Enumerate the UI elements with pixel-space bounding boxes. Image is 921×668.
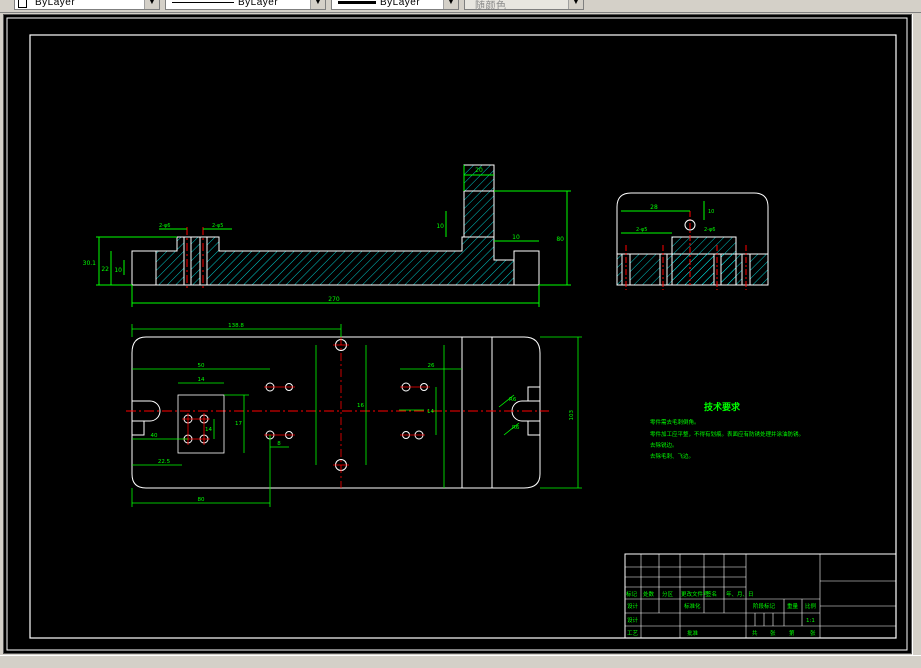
chevron-down-icon[interactable]: ▼ bbox=[568, 0, 583, 9]
hole-callout-left: 2-φ6 bbox=[159, 223, 170, 229]
drawing-canvas[interactable]: 270 80 30.1 22 10 20 10 10 2-φ6 2-φ5 28 … bbox=[3, 14, 912, 654]
layer-combo[interactable]: ByLayer ▼ bbox=[14, 0, 160, 10]
linetype-preview-icon bbox=[172, 2, 234, 3]
dim-right-step: 10 bbox=[512, 234, 520, 241]
dim-top-boss-height: 10 bbox=[436, 223, 444, 230]
tb-design: 设计 bbox=[627, 602, 639, 610]
title-block: 标记 处数 分区 更改文件号 签名 年、月、日 设计 标准化 设计 工艺 批准 … bbox=[624, 553, 897, 639]
plan-dim-half-length: 138.8 bbox=[228, 323, 244, 329]
tb-sign: 签名 bbox=[706, 590, 717, 598]
tb-scale: 1:1 bbox=[806, 618, 815, 624]
lineweight-combo[interactable]: ByLayer ▼ bbox=[331, 0, 459, 10]
tb-approve: 批准 bbox=[687, 629, 699, 637]
tb-process: 工艺 bbox=[627, 630, 639, 637]
plan-dim-6: 17 bbox=[235, 421, 242, 427]
tech-item-1: 零件需去毛刺倒角。 bbox=[650, 418, 700, 426]
vertical-scrollbar[interactable] bbox=[912, 14, 921, 655]
tb-zone: 分区 bbox=[662, 590, 674, 598]
chevron-down-icon[interactable]: ▼ bbox=[144, 0, 159, 9]
side-section-view: 28 10 2-φ5 2-φ6 bbox=[616, 192, 769, 290]
plan-dim-5: 14 bbox=[205, 427, 212, 433]
slot-radius-callout: R6 bbox=[509, 397, 517, 403]
front-section-view: 270 80 30.1 22 10 20 10 10 2-φ6 2-φ5 bbox=[83, 164, 571, 307]
plan-dim-7: 22.5 bbox=[158, 459, 171, 465]
plan-dim-8: 8 bbox=[277, 441, 281, 447]
chevron-down-icon[interactable]: ▼ bbox=[443, 0, 458, 9]
dim-step: 10 bbox=[114, 267, 122, 274]
dim-top-boss-width: 20 bbox=[475, 167, 483, 174]
plan-dim-11: 14 bbox=[427, 409, 434, 415]
outer-frame bbox=[6, 17, 908, 651]
plan-dim-2: 50 bbox=[198, 363, 205, 369]
layer-combo-label: ByLayer bbox=[35, 0, 76, 8]
color-swatch-icon bbox=[18, 0, 27, 8]
side-dim-a: 28 bbox=[650, 204, 658, 211]
plan-dim-width: 103 bbox=[569, 410, 575, 421]
tb-standard: 标准化 bbox=[684, 602, 701, 610]
linetype-combo[interactable]: ByLayer ▼ bbox=[165, 0, 326, 10]
plan-dim-1: 80 bbox=[198, 497, 205, 503]
tb-change-doc: 更改文件号 bbox=[681, 590, 709, 598]
tech-item-2: 零件加工应平整，不得有划痕。表面应有防锈处理并涂油防锈。 bbox=[650, 430, 804, 438]
hole-callout-right: 2-φ5 bbox=[212, 223, 223, 229]
tech-title: 技术要求 bbox=[704, 401, 741, 413]
tech-item-3: 去除锐边。 bbox=[650, 441, 678, 449]
tb-total: 共 bbox=[752, 629, 758, 637]
tb-sheet: 张 bbox=[770, 629, 776, 637]
plan-dim-3: 14 bbox=[198, 377, 205, 383]
tb-stage-mark: 阶段标记 bbox=[753, 602, 776, 610]
dim-left-height: 30.1 bbox=[83, 260, 97, 267]
tb-scale-label: 比例 bbox=[805, 602, 817, 610]
slot-radius-callout-2: R6 bbox=[512, 425, 520, 431]
tb-no: 第 bbox=[789, 629, 795, 637]
tech-requirements: 技术要求 零件需去毛刺倒角。 零件加工应平整，不得有划痕。表面应有防锈处理并涂油… bbox=[650, 401, 804, 460]
linetype-combo-label: ByLayer bbox=[238, 0, 279, 8]
tb-weight: 重量 bbox=[787, 602, 799, 610]
plotstyle-combo[interactable]: 随颜色 ▼ bbox=[464, 0, 584, 12]
side-dim-c: 2-φ5 bbox=[636, 227, 647, 233]
chevron-down-icon[interactable]: ▼ bbox=[310, 0, 325, 9]
lineweight-combo-label: ByLayer bbox=[380, 0, 421, 8]
plan-view: 138.8 103 80 50 14 40 14 17 22.5 8 16 26… bbox=[126, 323, 582, 507]
cad-drawing: 270 80 30.1 22 10 20 10 10 2-φ6 2-φ5 28 … bbox=[6, 17, 908, 651]
dim-overall-length: 270 bbox=[328, 296, 340, 303]
properties-toolbar: ByLayer ▼ ByLayer ▼ ByLayer ▼ 随颜色 ▼ bbox=[0, 0, 921, 13]
plan-dim-9: 16 bbox=[357, 403, 364, 409]
plan-dim-10: 26 bbox=[428, 363, 435, 369]
tb-review: 设计 bbox=[627, 616, 639, 624]
tb-sheet2: 张 bbox=[810, 629, 816, 637]
tb-mark: 标记 bbox=[626, 590, 638, 598]
side-dim-d: 2-φ6 bbox=[704, 227, 715, 233]
tb-date: 年、月、日 bbox=[726, 590, 754, 598]
dim-left-small: 22 bbox=[101, 266, 109, 273]
dim-total-height: 80 bbox=[556, 236, 564, 243]
side-dim-b: 10 bbox=[708, 209, 714, 215]
plan-dim-4: 40 bbox=[151, 433, 158, 439]
horizontal-scrollbar[interactable] bbox=[0, 655, 921, 668]
lineweight-preview-icon bbox=[338, 1, 376, 4]
plotstyle-combo-label: 随颜色 bbox=[475, 1, 507, 12]
tech-item-4: 去除毛刺、飞边。 bbox=[650, 452, 694, 460]
tb-count: 处数 bbox=[643, 590, 655, 598]
